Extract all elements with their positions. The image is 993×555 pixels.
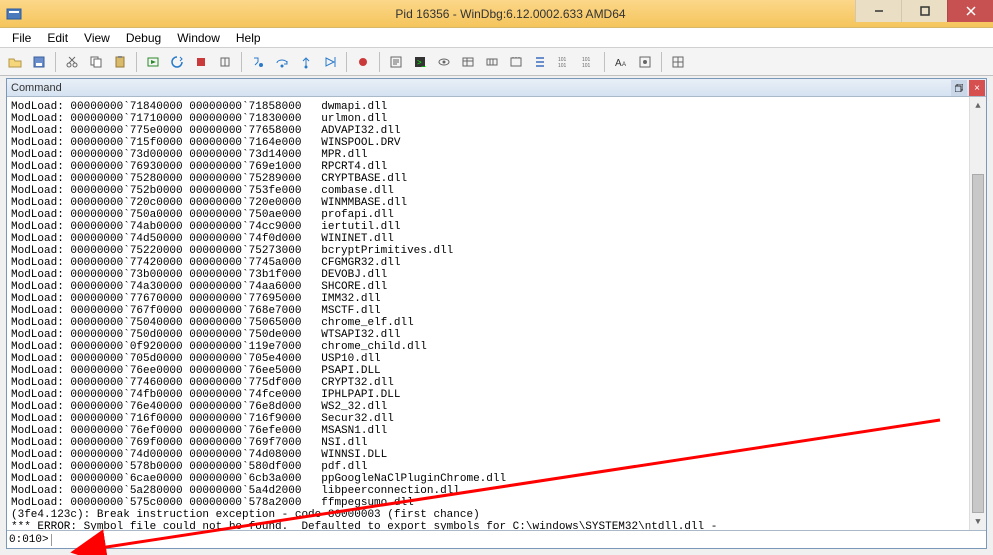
app-icon [6, 6, 22, 22]
paste-icon[interactable] [109, 51, 131, 73]
run-to-cursor-icon[interactable] [319, 51, 341, 73]
step-into-icon[interactable] [247, 51, 269, 73]
svg-text:A: A [622, 62, 626, 68]
scrollbar-vertical[interactable]: ▲ ▼ [969, 97, 986, 530]
scratch-icon[interactable]: 101101 [577, 51, 599, 73]
restart-icon[interactable] [166, 51, 188, 73]
command-output-text: ModLoad: 00000000`71840000 00000000`7185… [11, 101, 982, 530]
menu-window[interactable]: Window [169, 29, 228, 47]
command-window: Command × ModLoad: 00000000`71840000 000… [6, 78, 987, 549]
svg-text:A: A [615, 58, 622, 69]
svg-text:101: 101 [558, 63, 567, 69]
window-title: Pid 16356 - WinDbg:6.12.0002.633 AMD64 [28, 7, 993, 21]
watch-icon[interactable] [433, 51, 455, 73]
title-bar: Pid 16356 - WinDbg:6.12.0002.633 AMD64 [0, 0, 993, 28]
command-input-bar: 0:010> [7, 530, 986, 548]
step-over-icon[interactable] [271, 51, 293, 73]
scroll-down-icon[interactable]: ▼ [970, 513, 986, 530]
step-out-icon[interactable] [295, 51, 317, 73]
break-icon[interactable] [214, 51, 236, 73]
menu-debug[interactable]: Debug [118, 29, 169, 47]
breakpoint-insert-icon[interactable] [352, 51, 374, 73]
command-window-restore-icon[interactable] [951, 80, 967, 96]
maximize-button[interactable] [901, 0, 947, 22]
scroll-up-icon[interactable]: ▲ [970, 97, 986, 114]
source-mode-icon[interactable] [385, 51, 407, 73]
locals-icon[interactable] [457, 51, 479, 73]
command-window-title-bar[interactable]: Command × [7, 79, 986, 97]
command-prompt: 0:010> [9, 534, 52, 546]
go-icon[interactable] [142, 51, 164, 73]
command-window-title: Command [11, 82, 62, 94]
menu-view[interactable]: View [76, 29, 118, 47]
close-button[interactable] [947, 0, 993, 22]
window-arrange-icon[interactable] [667, 51, 689, 73]
command-icon[interactable]: >_ [409, 51, 431, 73]
disassembly-icon[interactable]: 101101 [553, 51, 575, 73]
menu-bar: File Edit View Debug Window Help [0, 28, 993, 48]
command-input[interactable] [54, 534, 984, 546]
svg-text:101: 101 [582, 63, 591, 69]
menu-help[interactable]: Help [228, 29, 269, 47]
toolbar: >_ 101101 101101 AA [0, 48, 993, 76]
menu-edit[interactable]: Edit [39, 29, 76, 47]
save-workspace-icon[interactable] [28, 51, 50, 73]
options-icon[interactable] [634, 51, 656, 73]
registers-icon[interactable] [481, 51, 503, 73]
stop-icon[interactable] [190, 51, 212, 73]
memory-icon[interactable] [505, 51, 527, 73]
copy-icon[interactable] [85, 51, 107, 73]
open-icon[interactable] [4, 51, 26, 73]
font-icon[interactable]: AA [610, 51, 632, 73]
scrollbar-thumb[interactable] [972, 174, 984, 513]
cut-icon[interactable] [61, 51, 83, 73]
minimize-button[interactable] [855, 0, 901, 22]
svg-text:>_: >_ [417, 58, 427, 67]
callstack-icon[interactable] [529, 51, 551, 73]
menu-file[interactable]: File [4, 29, 39, 47]
command-output[interactable]: ModLoad: 00000000`71840000 00000000`7185… [7, 97, 986, 530]
command-window-close-icon[interactable]: × [969, 80, 985, 96]
